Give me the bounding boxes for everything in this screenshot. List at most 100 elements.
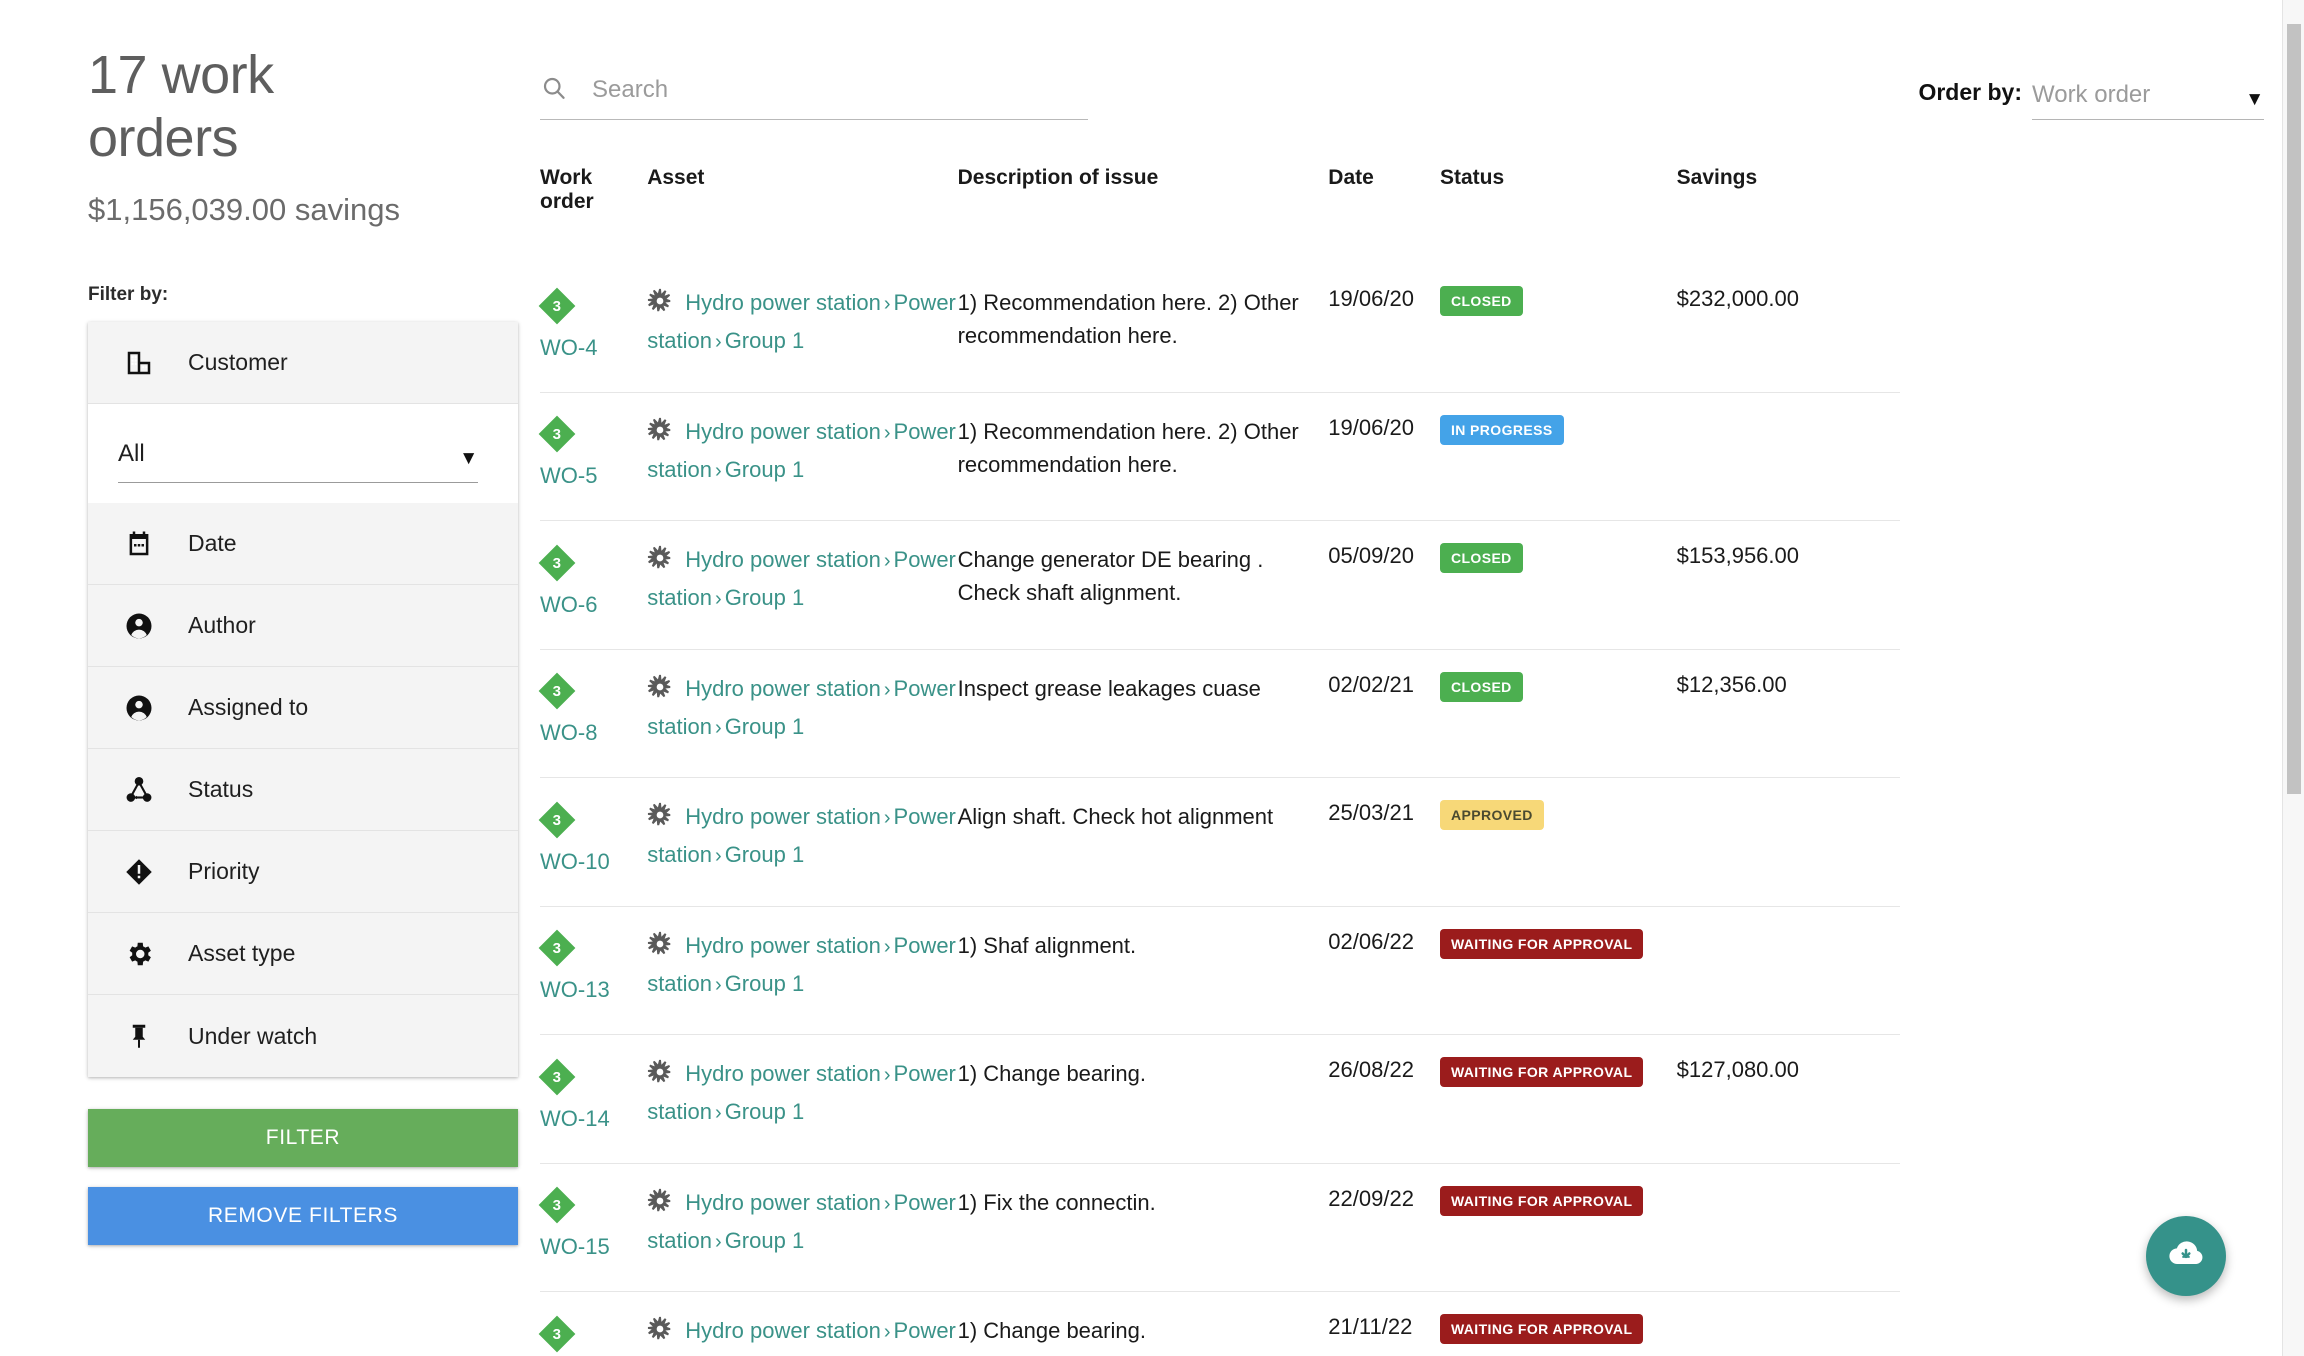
- cell-asset: Hydro power station›Power station›Group …: [647, 1034, 958, 1163]
- building-icon: [122, 346, 156, 380]
- priority-value: 3: [552, 939, 562, 957]
- status-badge: WAITING FOR APPROVAL: [1439, 928, 1644, 959]
- cell-description: 1) Fix the connectin.: [957, 1162, 1329, 1292]
- column-header-savings[interactable]: Savings: [1677, 166, 1900, 264]
- download-fab-button[interactable]: [2146, 1216, 2226, 1296]
- asset-asterisk-icon: [647, 1316, 673, 1352]
- priority-value: 3: [552, 1196, 562, 1214]
- status-badge: WAITING FOR APPROVAL: [1439, 1185, 1644, 1216]
- column-header-status[interactable]: Status: [1440, 166, 1677, 264]
- asset-asterisk-icon: [647, 1059, 673, 1095]
- work-order-link[interactable]: WO-14: [540, 1102, 647, 1135]
- asset-crumb-link[interactable]: Hydro power station: [685, 290, 881, 315]
- remove-filters-button[interactable]: REMOVE FILTERS: [88, 1187, 518, 1246]
- cell-savings: $12,356.00: [1676, 648, 1900, 778]
- asset-crumb-link[interactable]: Hydro power station: [685, 547, 881, 572]
- column-header-work-order[interactable]: Work order: [540, 166, 647, 264]
- table-row[interactable]: 3 WO-10 Hydro power station › Power station ›…: [538, 777, 1900, 906]
- table-row[interactable]: 3 WO-13 Hydro power station › Power station ›…: [538, 905, 1900, 1035]
- work-order-link[interactable]: WO-8: [540, 716, 647, 749]
- work-order-link[interactable]: WO-15: [540, 1230, 647, 1263]
- cell-status: CLOSED: [1439, 520, 1677, 649]
- table-row[interactable]: 3 WO-5 Hydro power station › Power station › G…: [538, 391, 1900, 521]
- table-row[interactable]: 3 WO-15 Hydro power station › Power station ›…: [538, 1162, 1900, 1292]
- cell-date: 21/11/22: [1328, 1291, 1440, 1356]
- sidebar-item-customer[interactable]: Customer: [88, 322, 518, 405]
- asset-crumb-link[interactable]: Group 1: [725, 457, 805, 482]
- work-order-link[interactable]: WO-10: [540, 845, 647, 878]
- asset-crumb-link[interactable]: Hydro power station: [685, 1318, 881, 1343]
- sidebar-item-priority[interactable]: Priority: [88, 831, 518, 914]
- breadcrumb-separator: ›: [715, 588, 722, 611]
- sidebar-item-date[interactable]: Date: [88, 503, 518, 586]
- customer-select[interactable]: All ▼: [118, 440, 478, 484]
- sidebar-item-assigned-to[interactable]: Assigned to: [88, 667, 518, 750]
- breadcrumb-separator: ›: [883, 550, 891, 572]
- scrollbar-thumb[interactable]: [2287, 24, 2301, 794]
- asset-crumb-link[interactable]: Group 1: [725, 328, 805, 353]
- pin-icon: [122, 1019, 156, 1053]
- cell-description: Inspect grease leakages cuase: [957, 648, 1329, 778]
- asset-crumb-link[interactable]: Group 1: [725, 842, 805, 867]
- status-badge: IN PROGRESS: [1439, 414, 1564, 445]
- order-by-select[interactable]: Work order ▼: [2032, 81, 2264, 120]
- priority-badge: 3: [538, 287, 576, 324]
- priority-value: 3: [552, 1068, 562, 1085]
- breadcrumb-separator: ›: [715, 845, 722, 868]
- cell-date: 26/08/22: [1328, 1034, 1440, 1163]
- table-row[interactable]: 3WO-16Hydro power station›Power station›…: [538, 1291, 1900, 1356]
- sidebar-item-label: Customer: [188, 349, 288, 376]
- sidebar-item-label: Assigned to: [188, 694, 309, 721]
- calendar-icon: [122, 527, 156, 561]
- table-row[interactable]: 3 WO-14 Hydro power station › Power station ›…: [538, 1034, 1900, 1163]
- asset-crumb-link[interactable]: Hydro power station: [685, 933, 881, 958]
- column-header-asset[interactable]: Asset: [647, 166, 957, 264]
- sidebar-item-label: Under watch: [188, 1022, 318, 1049]
- sidebar-item-label: Author: [188, 612, 256, 639]
- breadcrumb-separator: ›: [883, 421, 891, 444]
- asset-crumb-link[interactable]: Hydro power station: [685, 1190, 881, 1215]
- customer-filter-select-wrap: All ▼: [88, 404, 518, 504]
- customer-select-value: All: [118, 440, 145, 468]
- work-order-link[interactable]: WO-4: [540, 331, 647, 364]
- search-icon: [540, 74, 568, 107]
- asset-crumb-link[interactable]: Hydro power station: [685, 419, 881, 444]
- search-input[interactable]: [590, 75, 1088, 105]
- priority-value: 3: [552, 554, 562, 571]
- sidebar-item-asset-type[interactable]: Asset type: [88, 913, 518, 996]
- breadcrumb-separator: ›: [715, 1230, 722, 1253]
- work-order-link[interactable]: WO-5: [540, 459, 647, 492]
- priority-badge: 3: [538, 1058, 576, 1095]
- asset-crumb-link[interactable]: Group 1: [725, 1228, 805, 1253]
- sidebar-item-under-watch[interactable]: Under watch: [88, 995, 518, 1078]
- order-by-label: Order by:: [1918, 79, 2022, 105]
- asset-crumb-link[interactable]: Hydro power station: [685, 804, 881, 829]
- sidebar-item-author[interactable]: Author: [88, 585, 518, 668]
- column-header-description[interactable]: Description of issue: [958, 166, 1329, 264]
- page-scrollbar[interactable]: [2282, 0, 2304, 1356]
- asset-crumb-link[interactable]: Group 1: [725, 1099, 805, 1124]
- search-field[interactable]: [540, 74, 1088, 120]
- table-row[interactable]: 3 WO-8 Hydro power station › Power station › G…: [538, 648, 1900, 778]
- cell-work-order: 3 WO-14: [538, 1034, 648, 1163]
- sidebar-item-status[interactable]: Status: [88, 749, 518, 832]
- cell-asset: Hydro power station›Power station›Group …: [647, 905, 958, 1035]
- cell-status: WAITING FOR APPROVAL: [1439, 1034, 1677, 1163]
- asset-crumb-link[interactable]: Hydro power station: [685, 1061, 881, 1086]
- status-badge: WAITING FOR APPROVAL: [1439, 1057, 1644, 1087]
- filter-button[interactable]: FILTER: [88, 1109, 518, 1168]
- priority-badge: 3: [538, 672, 576, 710]
- work-order-link[interactable]: WO-6: [540, 588, 647, 621]
- priority-value: 3: [552, 297, 562, 314]
- asset-crumb-link[interactable]: Group 1: [725, 971, 805, 996]
- asset-crumb-link[interactable]: Group 1: [725, 585, 805, 610]
- work-order-link[interactable]: WO-13: [540, 973, 647, 1006]
- cell-status: APPROVED: [1439, 777, 1677, 906]
- asset-crumb-link[interactable]: Hydro power station: [685, 676, 881, 701]
- table-row[interactable]: 3 WO-6 Hydro power station › Power station › G…: [538, 520, 1900, 649]
- table-row[interactable]: 3 WO-4 Hydro power station › Power station › G…: [538, 264, 1900, 392]
- cell-date: 02/06/22: [1328, 905, 1440, 1035]
- asset-crumb-link[interactable]: Group 1: [725, 714, 805, 739]
- gear-icon: [122, 937, 156, 971]
- column-header-date[interactable]: Date: [1328, 166, 1440, 264]
